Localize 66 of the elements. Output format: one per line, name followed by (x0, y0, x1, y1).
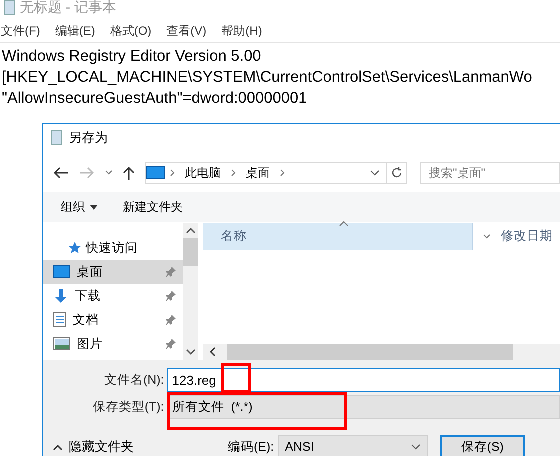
dropdown-icon (483, 234, 491, 239)
forward-arrow-icon (79, 167, 95, 179)
encoding-dropdown[interactable]: ANSI (278, 435, 428, 456)
column-header[interactable]: 名称 (203, 223, 473, 250)
nav-item[interactable]: 文档 (43, 308, 183, 332)
scroll-left-icon (209, 347, 217, 357)
back-button[interactable] (53, 167, 69, 179)
computer-icon (146, 166, 166, 180)
file-type-dropdown[interactable]: 所有文件 (*.*) (167, 395, 560, 419)
menu-item[interactable]: 编辑(E) (55, 22, 96, 40)
nav-label: 文档 (73, 312, 99, 328)
field-label: 保存类型(T): (92, 398, 166, 416)
chevron-icon (170, 169, 175, 177)
star-icon (68, 241, 82, 255)
hide-folders-button[interactable]: 隐藏文件夹 (43, 438, 228, 456)
window-title: 无标题 - 记事本 (20, 0, 116, 17)
nav-label: 桌面 (77, 264, 103, 280)
new-folder-button[interactable]: 新建文件夹 (123, 198, 183, 216)
dropdown-icon (370, 170, 380, 176)
field-label: 编码(E): (228, 438, 274, 456)
text-line: Windows Registry Editor Version 5.00 (2, 47, 262, 67)
up-arrow-icon (123, 166, 135, 180)
breadcrumb-item[interactable]: 桌面 (240, 164, 276, 182)
dialog-title: 另存为 (69, 129, 108, 147)
refresh-icon (390, 167, 402, 179)
desktop-icon (53, 265, 71, 279)
document-icon (53, 312, 67, 328)
caret-icon (90, 204, 98, 210)
nav-item[interactable]: 下载 (43, 284, 183, 308)
recent-locations-button[interactable] (105, 170, 113, 176)
menu-item[interactable]: 文件(F) (1, 22, 40, 40)
field-label: 文件名(N): (103, 372, 166, 388)
menu-item[interactable]: 查看(V) (166, 22, 207, 40)
chevron-up-icon (53, 444, 63, 450)
back-arrow-icon (53, 167, 69, 179)
chevron-down-icon (105, 170, 113, 176)
text-line: "AllowInsecureGuestAuth"=dword:00000001 (2, 89, 308, 109)
picture-icon (53, 337, 71, 351)
nav-item[interactable]: 快速访问 (43, 236, 183, 260)
filename-field[interactable]: 123.reg (167, 368, 560, 392)
scrollbar-thumb[interactable] (227, 344, 513, 360)
chevron-icon (231, 169, 236, 177)
menu-item[interactable]: 格式(O) (110, 22, 152, 40)
search-field[interactable]: 搜索"桌面" (420, 162, 560, 184)
column-header[interactable]: 修改日期 (501, 228, 553, 245)
notepad-icon (4, 0, 16, 16)
organize-menu[interactable]: 组织 (61, 198, 98, 216)
text-line: [HKEY_LOCAL_MACHINE\SYSTEM\CurrentControlSet\Services\LanmanWo (2, 68, 534, 88)
nav-label: 下载 (75, 288, 101, 304)
nav-item[interactable]: 图片 (43, 332, 183, 356)
chevron-icon (280, 169, 285, 177)
notepad-icon (51, 130, 63, 146)
scroll-up-icon (186, 227, 196, 235)
download-arrow-icon (53, 288, 69, 304)
nav-item[interactable]: 桌面 (43, 260, 183, 284)
up-button[interactable] (123, 166, 135, 180)
dropdown-icon (411, 444, 422, 450)
sort-icon (339, 221, 349, 227)
save-button[interactable]: 保存(S) (440, 435, 526, 456)
address-bar[interactable]: 此电脑 桌面 (145, 162, 407, 184)
scrollbar-thumb[interactable] (183, 238, 198, 266)
scroll-down-icon (186, 348, 196, 356)
breadcrumb-item[interactable]: 此电脑 (179, 164, 227, 182)
nav-label: 快速访问 (86, 240, 138, 256)
menu-item[interactable]: 帮助(H) (222, 22, 262, 40)
nav-label: 图片 (77, 336, 103, 352)
